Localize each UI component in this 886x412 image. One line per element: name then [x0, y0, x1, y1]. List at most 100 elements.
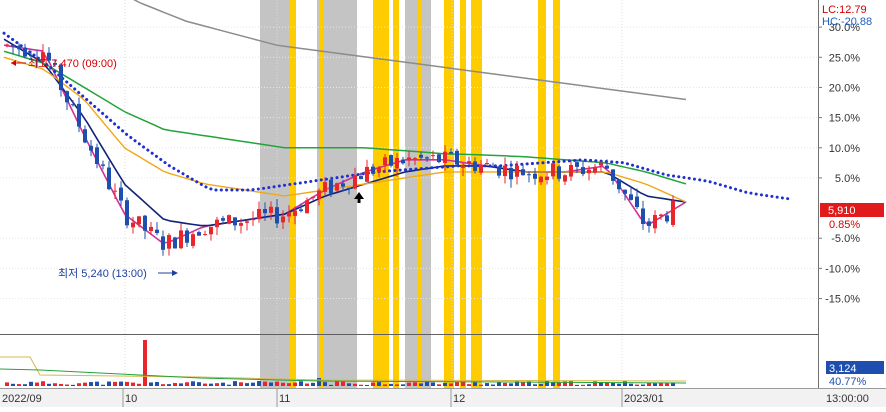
candle-body	[521, 169, 525, 176]
candle-body	[437, 154, 441, 163]
lc-label: LC:12.79	[822, 4, 867, 16]
candle-body	[299, 209, 303, 212]
volume-bar	[473, 382, 477, 386]
candle-body	[311, 196, 315, 198]
volume-bar	[83, 382, 87, 386]
candle-body	[395, 157, 399, 169]
price-tick-label: 15.0%	[829, 113, 860, 125]
candle-body	[431, 155, 435, 157]
hc-label: HC:-20.88	[822, 16, 872, 28]
volume-bar	[293, 382, 297, 386]
candle-body	[641, 208, 645, 225]
volume-bar	[521, 382, 525, 386]
volume-bar	[131, 382, 135, 386]
yellow-band-4	[417, 0, 422, 388]
volume-bar	[23, 384, 27, 386]
candle-body	[407, 157, 411, 161]
candle-body	[107, 167, 111, 190]
candle-body	[125, 200, 129, 226]
volume-bar	[65, 384, 69, 386]
candle-body	[377, 167, 381, 173]
price-tick-label: 5.0%	[835, 173, 860, 185]
candle-body	[539, 176, 543, 183]
yellow-band-6	[460, 0, 466, 388]
candle-body	[101, 164, 105, 166]
candle-body	[461, 165, 465, 168]
candle-body	[119, 187, 123, 201]
volume-bar	[353, 383, 357, 386]
candle-body	[503, 165, 507, 177]
volume-bar	[497, 382, 501, 386]
candle-body	[509, 167, 513, 180]
candle-body	[563, 175, 567, 182]
volume-bar	[623, 381, 627, 386]
volume-bar	[125, 381, 129, 386]
volume-bar	[107, 381, 111, 386]
volume-bar	[575, 384, 579, 386]
volume-bar	[305, 383, 309, 386]
volume-bar	[413, 382, 417, 386]
yellow-band-7	[471, 0, 482, 388]
candle-body	[425, 157, 429, 159]
candle-body	[323, 182, 327, 192]
volume-bar	[395, 384, 399, 386]
volume-bar	[143, 340, 147, 386]
volume-bar	[17, 384, 21, 386]
volume-bar	[71, 384, 75, 386]
volume-bar	[101, 384, 105, 386]
volume-bar	[629, 383, 633, 386]
candle-body	[443, 151, 447, 163]
candle-body	[551, 163, 555, 177]
volume-bar	[245, 383, 249, 386]
candle-body	[623, 189, 627, 194]
candle-body	[167, 235, 171, 249]
candle-body	[275, 207, 279, 224]
candle-body	[587, 169, 591, 174]
volume-bar	[653, 383, 657, 386]
candle-body	[71, 104, 75, 106]
volume-bar	[557, 382, 561, 386]
price-tick-label: 20.0%	[829, 82, 860, 94]
volume-bar	[377, 382, 381, 386]
volume-bar	[389, 383, 393, 386]
volume-bar	[233, 381, 237, 386]
candle-body	[269, 206, 273, 213]
volume-bar	[275, 381, 279, 386]
candle-body	[371, 166, 375, 174]
volume-bar	[371, 382, 375, 386]
candle-body	[455, 150, 459, 165]
stock-chart[interactable]: 30.0% 25.0% 20.0% 15.0% 10.0% 5.0% -5.0% -10.0%…	[0, 0, 886, 407]
candle-body	[365, 166, 369, 182]
volume-bar	[317, 378, 321, 386]
candle-body	[131, 222, 135, 228]
volume-bar	[185, 382, 189, 386]
candle-body	[569, 164, 573, 177]
chart-canvas[interactable]: 30.0%25.0%20.0%15.0%10.0%5.0%-5.0%-10.0%…	[0, 0, 886, 407]
volume-bar	[581, 384, 585, 386]
price-tick-label: -5.0%	[831, 233, 860, 245]
candle-body	[335, 183, 339, 191]
candle-body	[155, 229, 159, 233]
volume-bar	[251, 382, 255, 386]
volume-bar	[329, 384, 333, 386]
price-tick-label: -15.0%	[825, 294, 860, 306]
volume-bar	[401, 384, 405, 386]
candle-body	[305, 200, 309, 214]
volume-bar	[635, 384, 639, 386]
candle-body	[209, 226, 213, 235]
candle-body	[581, 167, 585, 175]
volume-bar	[89, 382, 93, 386]
current-price-value: 5,910	[828, 205, 856, 217]
candle-body	[485, 162, 489, 165]
volume-bar	[281, 382, 285, 386]
volume-bar	[485, 383, 489, 386]
x-axis-label: 10	[125, 393, 137, 405]
volume-bar	[311, 382, 315, 386]
volume-bar	[383, 384, 387, 386]
volume-bar	[419, 383, 423, 386]
candle-body	[593, 167, 597, 173]
candle-body	[527, 174, 531, 176]
yellow-band-8	[538, 0, 546, 388]
candle-body	[413, 158, 417, 160]
candle-body	[635, 196, 639, 208]
